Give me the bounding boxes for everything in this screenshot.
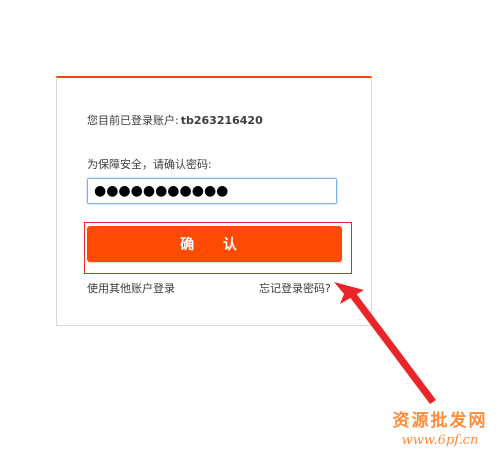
annotation-arrow [334,282,436,404]
watermark-title: 资源批发网 [392,411,488,431]
watermark-url: www.6pf.cn [401,433,479,448]
arrow-shaft [346,288,436,404]
site-watermark: 资源批发网 www.6pf.cn [382,406,498,448]
